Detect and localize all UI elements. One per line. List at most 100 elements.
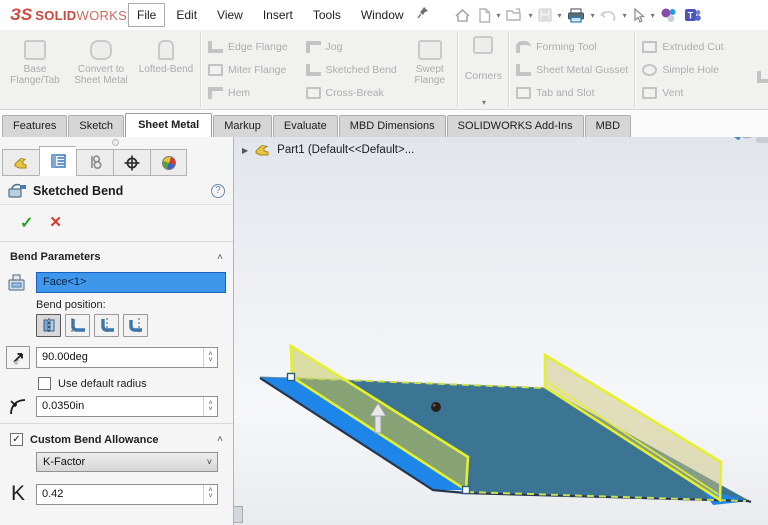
simple-hole-button[interactable]: Simple Hole: [642, 60, 723, 79]
forming-tool-button[interactable]: Forming Tool: [516, 37, 628, 56]
convert-to-sheet-metal-icon: [90, 40, 112, 60]
apps-icon[interactable]: [658, 5, 679, 25]
face-selection-box[interactable]: Face<1>: [36, 272, 226, 293]
help-icon[interactable]: ?: [211, 184, 225, 198]
panel-splitter-handle[interactable]: [112, 139, 119, 146]
tab-markup[interactable]: Markup: [213, 115, 272, 137]
corners-caret-icon[interactable]: ▾: [482, 98, 486, 107]
custom-bend-allowance-checkbox[interactable]: ✓: [10, 433, 23, 446]
corners-button[interactable]: Corners ▾: [459, 30, 508, 109]
logo-brand-light: WORKS: [77, 8, 128, 23]
display-manager-tab[interactable]: [150, 149, 187, 176]
undo-button[interactable]: [598, 7, 619, 24]
base-flange-tab-button[interactable]: Base Flange/Tab: [2, 34, 68, 105]
jog-button[interactable]: Jog: [306, 37, 397, 56]
tab-and-slot-button[interactable]: Tab and Slot: [516, 83, 628, 102]
k-factor-field[interactable]: 0.42 ˄˅: [36, 484, 218, 505]
sheet-metal-model[interactable]: [234, 137, 768, 525]
fixed-face-icon: [8, 274, 28, 291]
tab-solidworks-addins[interactable]: SOLIDWORKS Add-Ins: [447, 115, 584, 137]
bend-radius-field[interactable]: 0.0350in ˄˅: [36, 396, 218, 417]
vent-button[interactable]: Vent: [642, 83, 723, 102]
undo-caret-icon[interactable]: ▾: [623, 11, 627, 20]
menu-edit[interactable]: Edit: [167, 4, 206, 26]
bend-position-label: Bend position:: [36, 299, 233, 311]
swept-flange-button[interactable]: Swept Flange: [401, 34, 455, 105]
bend-angle-spinner[interactable]: ˄˅: [203, 348, 217, 367]
bend-radius-row: 0.0350in ˄˅: [0, 396, 233, 417]
use-default-radius-label: Use default radius: [58, 378, 147, 390]
extruded-cut-button[interactable]: Extruded Cut: [642, 37, 723, 56]
home-button[interactable]: [452, 6, 473, 25]
property-manager-icon: [51, 154, 66, 168]
cross-break-icon: [306, 87, 321, 99]
bend-parameters-header[interactable]: Bend Parameters ˄: [0, 242, 233, 269]
miter-flange-button[interactable]: Miter Flange: [208, 60, 288, 79]
property-manager-tab[interactable]: [39, 146, 76, 176]
hem-button[interactable]: Hem: [208, 83, 288, 102]
sketched-bend-button[interactable]: Sketched Bend: [306, 60, 397, 79]
new-document-caret-icon[interactable]: ▾: [497, 11, 501, 20]
bend-outside-button[interactable]: [123, 314, 148, 337]
vent-icon: [642, 87, 657, 99]
tab-features[interactable]: Features: [2, 115, 67, 137]
collapse-chevron-icon[interactable]: ˄: [217, 252, 223, 263]
select-cursor-button[interactable]: [630, 6, 647, 25]
graphics-viewport[interactable]: ▶ Part1 (Default<<Default>...: [234, 137, 768, 525]
ribbon-group-cuts: Extruded Cut Simple Hole Vent: [636, 30, 768, 109]
save-caret-icon[interactable]: ▾: [558, 11, 562, 20]
print-caret-icon[interactable]: ▾: [591, 11, 595, 20]
menu-tools[interactable]: Tools: [304, 4, 350, 26]
lofted-bend-button[interactable]: Lofted-Bend: [134, 34, 198, 105]
print-button[interactable]: [565, 6, 587, 25]
menu-file[interactable]: File: [128, 3, 165, 27]
bend-centerline-button[interactable]: [36, 314, 61, 337]
select-cursor-caret-icon[interactable]: ▾: [651, 11, 655, 20]
bendline-endpoint-handle[interactable]: [288, 374, 295, 381]
sketch-point-highlight: [433, 404, 436, 407]
use-default-radius-checkbox[interactable]: [38, 377, 51, 390]
menu-view[interactable]: View: [208, 4, 252, 26]
bend-allowance-type-dropdown[interactable]: K-Factor ˅: [36, 452, 218, 472]
configuration-manager-icon: [88, 155, 103, 170]
bend-angle-field[interactable]: 90.00deg ˄˅: [36, 347, 218, 368]
pin-menu-icon[interactable]: [417, 6, 430, 24]
material-outside-button[interactable]: [94, 314, 119, 337]
collapse-chevron-icon[interactable]: ˄: [217, 434, 223, 445]
reverse-direction-button[interactable]: [6, 346, 30, 369]
bendline-endpoint-handle[interactable]: [463, 487, 470, 494]
open-caret-icon[interactable]: ▾: [529, 11, 533, 20]
tab-mbd-dimensions[interactable]: MBD Dimensions: [339, 115, 446, 137]
configuration-manager-tab[interactable]: [76, 149, 113, 176]
tab-mbd[interactable]: MBD: [585, 115, 631, 137]
ok-button[interactable]: ✓: [20, 213, 33, 233]
new-document-button[interactable]: [476, 6, 493, 25]
menu-insert[interactable]: Insert: [254, 4, 302, 26]
clipped-triad-stub: [234, 506, 243, 523]
open-button[interactable]: [504, 6, 525, 24]
edge-flange-button[interactable]: Edge Flange: [208, 37, 288, 56]
dimxpert-manager-tab[interactable]: [113, 149, 150, 176]
bend-radius-spinner[interactable]: ˄˅: [203, 397, 217, 416]
bend-direction-icon: [10, 350, 26, 366]
tab-evaluate[interactable]: Evaluate: [273, 115, 338, 137]
tab-sketch[interactable]: Sketch: [68, 115, 124, 137]
material-inside-button[interactable]: [65, 314, 90, 337]
extruded-cut-icon: [642, 41, 657, 53]
custom-bend-allowance-header[interactable]: ✓ Custom Bend Allowance ˄: [0, 424, 233, 452]
k-factor-row: K 0.42 ˄˅: [0, 482, 233, 506]
cancel-button[interactable]: ✕: [49, 213, 62, 233]
confirm-bar: ✓ ✕: [0, 205, 233, 242]
use-default-radius-row[interactable]: Use default radius: [38, 377, 233, 390]
convert-to-sheet-metal-button[interactable]: Convert to Sheet Metal: [68, 34, 134, 105]
menu-window[interactable]: Window: [352, 4, 413, 26]
k-factor-spinner[interactable]: ˄˅: [203, 485, 217, 504]
save-button[interactable]: [536, 6, 554, 24]
svg-text:T: T: [687, 11, 693, 21]
cross-break-button[interactable]: Cross-Break: [306, 83, 397, 102]
feature-manager-tab[interactable]: [2, 149, 39, 176]
tab-sheet-metal[interactable]: Sheet Metal: [125, 113, 212, 137]
sheet-metal-gusset-button[interactable]: Sheet Metal Gusset: [516, 60, 628, 79]
sketch-point[interactable]: [431, 402, 441, 412]
teams-icon[interactable]: T: [682, 5, 703, 25]
